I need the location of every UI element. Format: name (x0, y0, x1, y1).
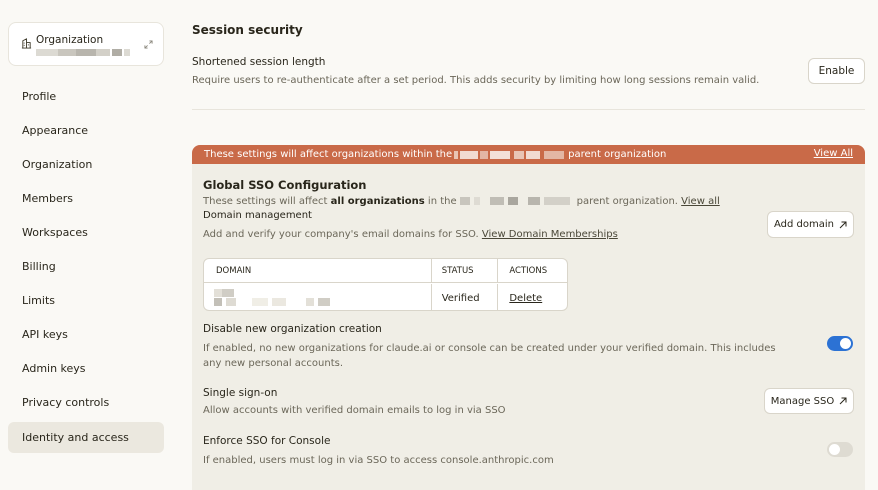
session-length-title: Shortened session length (192, 56, 326, 68)
domain-desc-text: Add and verify your company's email doma… (203, 229, 479, 240)
domain-management-description: Add and verify your company's email doma… (203, 229, 618, 240)
divider (192, 109, 865, 110)
enforce-sso-description: If enabled, users must log in via SSO to… (203, 455, 554, 466)
table-row: Verified Delete (204, 284, 567, 310)
sidebar-item-billing[interactable]: Billing (8, 249, 164, 283)
sidebar-item-workspaces[interactable]: Workspaces (8, 215, 164, 249)
column-header-status: STATUS (432, 259, 499, 282)
domain-management-title: Domain management (203, 210, 312, 221)
add-domain-button[interactable]: Add domain (767, 211, 854, 238)
column-header-domain: DOMAIN (204, 259, 432, 282)
manage-sso-label: Manage SSO (770, 395, 835, 407)
organization-switcher[interactable]: Organization (8, 22, 164, 66)
sidebar-item-privacy-controls[interactable]: Privacy controls (8, 385, 164, 419)
global-sso-title: Global SSO Configuration (203, 178, 367, 192)
parent-org-name-redacted (454, 150, 566, 159)
sidebar-item-members[interactable]: Members (8, 181, 164, 215)
sidebar-item-admin-keys[interactable]: Admin keys (8, 351, 164, 385)
delete-domain-link[interactable]: Delete (509, 293, 542, 304)
sidebar-item-organization[interactable]: Organization (8, 147, 164, 181)
sso-panel: These settings will affect organizations… (192, 145, 865, 490)
sso-desc-suffix: parent organization. (576, 196, 678, 207)
enforce-sso-toggle[interactable] (827, 442, 853, 457)
parent-org-name-redacted-inline (459, 197, 574, 205)
external-arrow-icon (839, 397, 847, 405)
external-arrow-icon (839, 221, 847, 228)
expand-icon (144, 40, 153, 49)
add-domain-label: Add domain (774, 219, 834, 230)
banner-suffix: parent organization (568, 149, 667, 160)
sidebar-item-identity-and-access[interactable]: Identity and access (8, 422, 164, 453)
view-domain-memberships-link[interactable]: View Domain Memberships (482, 229, 618, 240)
domain-cell (204, 284, 432, 310)
sso-view-all-link[interactable]: View all (681, 196, 720, 207)
banner-view-all-link[interactable]: View All (814, 148, 853, 159)
building-icon (21, 38, 32, 49)
session-security-heading: Session security (192, 23, 303, 37)
sso-desc-bold: all organizations (330, 196, 425, 207)
toggle-knob (840, 338, 851, 349)
global-sso-description: These settings will affect all organizat… (203, 196, 720, 207)
single-sign-on-description: Allow accounts with verified domain emai… (203, 405, 506, 416)
single-sign-on-title: Single sign-on (203, 387, 278, 399)
banner-prefix: These settings will affect organizations… (204, 149, 453, 160)
sso-desc-mid: in the (427, 196, 457, 207)
sidebar-item-limits[interactable]: Limits (8, 283, 164, 317)
disable-org-creation-description: If enabled, no new organizations for cla… (203, 343, 776, 369)
session-length-description: Require users to re-authenticate after a… (192, 75, 760, 86)
sidebar-item-api-keys[interactable]: API keys (8, 317, 164, 351)
sidebar-nav: Profile Appearance Organization Members … (8, 79, 164, 453)
actions-cell: Delete (498, 284, 567, 310)
column-header-actions: ACTIONS (509, 265, 548, 276)
parent-org-banner: These settings will affect organizations… (192, 145, 865, 164)
sidebar-item-appearance[interactable]: Appearance (8, 113, 164, 147)
organization-name-redacted (36, 49, 132, 56)
organization-label: Organization (36, 34, 104, 46)
domain-table: DOMAIN STATUS ACTIONS Verified Delete (203, 258, 568, 311)
disable-org-creation-toggle[interactable] (827, 336, 853, 351)
table-header-row: DOMAIN STATUS ACTIONS (204, 259, 567, 283)
disable-org-creation-title: Disable new organization creation (203, 323, 382, 335)
enable-button[interactable]: Enable (808, 58, 865, 84)
domain-name-redacted (212, 289, 332, 307)
status-cell: Verified (432, 284, 499, 310)
sidebar-item-profile[interactable]: Profile (8, 79, 164, 113)
manage-sso-button[interactable]: Manage SSO (764, 388, 854, 414)
enforce-sso-title: Enforce SSO for Console (203, 435, 331, 447)
sso-desc-prefix: These settings will affect (203, 196, 328, 207)
toggle-knob (829, 444, 840, 455)
